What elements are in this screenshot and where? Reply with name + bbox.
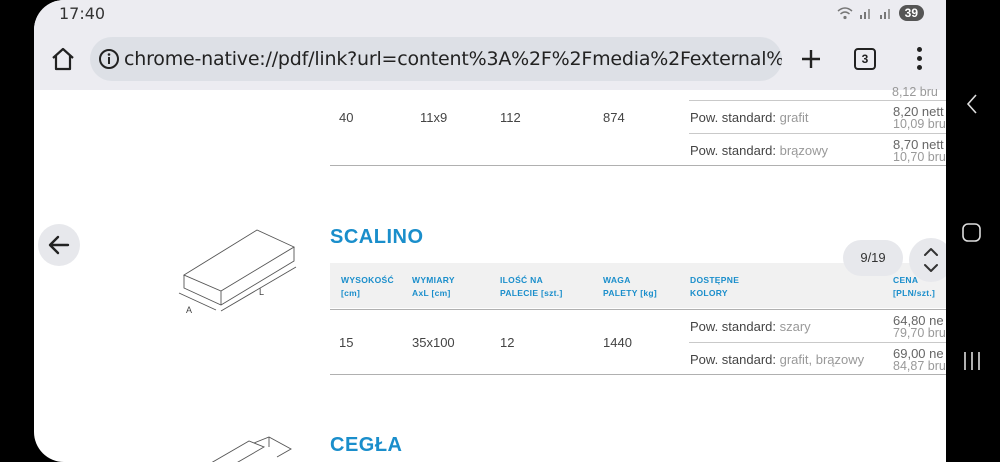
table-bottom-line: [330, 165, 946, 166]
arrow-left-icon[interactable]: [38, 224, 80, 266]
cut-price: 8,12 bru: [892, 85, 938, 99]
scalino-block-diagram: A L: [178, 229, 297, 315]
table-header-line: [330, 309, 946, 310]
diagram-label-a: A: [186, 305, 192, 315]
header-kolory: DOSTĘPNE KOLORY: [690, 275, 740, 298]
row-divider: [689, 133, 946, 134]
scalino-color-2: Pow. standard: grafit, brązowy: [690, 352, 865, 367]
status-time: 17:40: [59, 4, 106, 23]
address-bar[interactable]: chrome-native://pdf/link?url=content%3A%…: [90, 37, 782, 81]
section-title-cegla: CEGŁA: [330, 434, 403, 456]
page-nav-control[interactable]: [909, 238, 946, 282]
header-wysokosc: WYSOKOŚĆ [cm]: [341, 275, 394, 298]
prev-color-1: Pow. standard: grafit: [690, 110, 809, 125]
prev-color-2: Pow. standard: brązowy: [690, 143, 829, 158]
battery-indicator: 39: [898, 5, 924, 21]
home-icon[interactable]: [50, 46, 76, 72]
scalino-ilosc: 12: [500, 335, 515, 350]
url-text[interactable]: chrome-native://pdf/link?url=content%3A%…: [124, 48, 782, 70]
table-bottom-line: [330, 374, 946, 375]
back-button[interactable]: [38, 224, 80, 266]
new-tab-icon[interactable]: [798, 46, 824, 72]
diagram-label-l: L: [259, 287, 264, 297]
row-divider: [689, 342, 946, 343]
prev-wysokosc: 40: [339, 110, 354, 125]
scalino-wysokosc: 15: [339, 335, 354, 350]
header-ilosc: ILOŚĆ NA PALECIE [szt.]: [500, 275, 563, 298]
prev-price-brutto-1: 10,09 bru: [893, 117, 946, 131]
header-waga: WAGA PALETY [kg]: [603, 275, 657, 298]
scalino-color-1: Pow. standard: szary: [690, 319, 811, 334]
pdf-viewer[interactable]: 8,12 bru 40 11x9 112 874 Pow. standard: …: [34, 86, 946, 462]
prev-ilosc: 112: [500, 110, 521, 125]
scalino-waga: 1440: [603, 335, 632, 350]
nav-home-icon[interactable]: [961, 222, 983, 244]
header-wymiary: WYMIARY AxL [cm]: [412, 275, 455, 298]
nav-back-icon[interactable]: [964, 92, 980, 116]
page-indicator: 9/19: [843, 240, 903, 276]
prev-price-brutto-2: 10,70 bru: [893, 150, 946, 164]
browser-toolbar: chrome-native://pdf/link?url=content%3A%…: [34, 30, 946, 90]
more-menu-icon[interactable]: [914, 47, 924, 73]
prev-wymiary: 11x9: [420, 110, 448, 125]
cegla-block-diagram: [211, 436, 292, 462]
wifi-icon: [837, 7, 853, 20]
scalino-price-brutto-2: 84,87 bru: [893, 359, 946, 373]
prev-waga: 874: [603, 110, 625, 125]
status-bar: 17:40 39: [34, 0, 946, 30]
scalino-wymiary: 35x100: [412, 335, 455, 350]
system-nav-bar: [946, 0, 1000, 462]
signal-1-icon: [859, 9, 870, 19]
status-icons: 39: [837, 5, 924, 21]
scalino-price-brutto-1: 79,70 bru: [893, 326, 946, 340]
row-divider: [689, 100, 946, 101]
signal-2-icon: [879, 9, 890, 19]
section-title-scalino: SCALINO: [330, 226, 424, 248]
nav-recents-icon[interactable]: [962, 350, 982, 372]
info-icon[interactable]: [98, 48, 120, 70]
phone-screen: 17:40 39 chrome-native://pdf/link?url=co…: [34, 0, 946, 462]
tab-switcher-button[interactable]: 3: [854, 48, 876, 70]
chevron-up-down-icon[interactable]: [909, 238, 946, 282]
